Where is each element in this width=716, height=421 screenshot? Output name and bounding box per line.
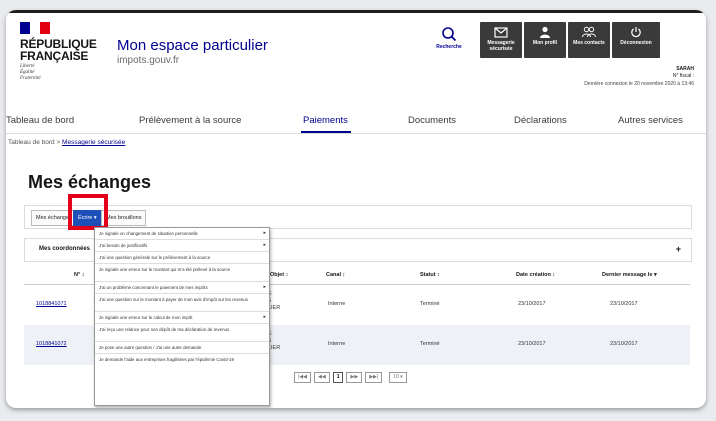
- republique-francaise-logo: RÉPUBLIQUE FRANÇAISE: [20, 37, 97, 63]
- breadcrumb-current[interactable]: Messagerie sécurisée: [62, 139, 125, 146]
- next-page-button[interactable]: ▶▶: [346, 372, 363, 383]
- page-title: Mes échanges: [28, 172, 152, 192]
- menu-item-changement-situation[interactable]: Je signale un changement de situation pe…: [95, 228, 269, 240]
- fiscal-number: N° fiscal :: [672, 73, 694, 79]
- row-canal: Interne: [328, 301, 346, 307]
- pagination: |◀◀ ◀◀ 1 ▶▶ ▶▶| 10 ▾: [294, 372, 407, 383]
- menu-item-autre-question[interactable]: Je pose une autre question / J'ai une au…: [95, 342, 269, 354]
- last-connection: Dernière connexion le 20 novembre 2020 à…: [584, 81, 694, 87]
- top-border: [6, 10, 706, 13]
- row-number-link[interactable]: 1018841072: [36, 341, 67, 347]
- row-created: 23/10/2017: [518, 301, 546, 307]
- col-numero[interactable]: N° ↕: [74, 272, 84, 278]
- nav-active-indicator: [301, 131, 351, 133]
- col-dernier-message[interactable]: Dernier message le ▾: [602, 272, 657, 278]
- current-page[interactable]: 1: [332, 372, 344, 383]
- col-objet[interactable]: Objet ↕: [270, 272, 288, 278]
- tabs-bar: Mes échanges Écrire ▾ Mes brouillons: [24, 205, 692, 229]
- browser-frame: RÉPUBLIQUE FRANÇAISE Liberté Égalité Fra…: [6, 10, 706, 408]
- row-last-message: 23/10/2017: [610, 301, 638, 307]
- first-page-button[interactable]: |◀◀: [294, 372, 311, 383]
- app-url: impots.gouv.fr: [117, 55, 180, 66]
- marianne-flag-icon: [20, 22, 50, 34]
- search-icon: [442, 27, 457, 42]
- prev-page-button[interactable]: ◀◀: [314, 372, 330, 383]
- nav-paiements[interactable]: Paiements: [303, 115, 348, 126]
- menu-item-montant-avis[interactable]: J'ai une question sur le montant à payer…: [95, 294, 269, 312]
- main-nav: Tableau de bord Prélèvement à la source …: [6, 109, 706, 134]
- highlight-box: [68, 194, 108, 230]
- menu-item-relance-declaration[interactable]: J'ai reçu une relance pour non dépôt de …: [95, 324, 269, 342]
- contacts-icon: [582, 26, 596, 38]
- nav-declarations[interactable]: Déclarations: [514, 115, 567, 126]
- row-status: Terminé: [420, 341, 440, 347]
- last-page-button[interactable]: ▶▶|: [365, 372, 383, 383]
- power-icon: [631, 27, 641, 38]
- col-date-creation[interactable]: Date création ↕: [516, 272, 555, 278]
- row-number-link[interactable]: 1018841071: [36, 301, 67, 307]
- menu-item-aide-covid[interactable]: Je demande l'aide aux entreprises fragil…: [95, 354, 269, 372]
- secure-messaging-button[interactable]: Messagerie sécurisée: [480, 22, 522, 58]
- nav-documents[interactable]: Documents: [408, 115, 456, 126]
- nav-autres-services[interactable]: Autres services: [618, 115, 683, 126]
- col-canal[interactable]: Canal ↕: [326, 272, 345, 278]
- row-canal: Interne: [328, 341, 346, 347]
- menu-item-erreur-prelevement[interactable]: Je signale une erreur sur le montant qui…: [95, 264, 269, 282]
- logout-button[interactable]: Déconnexion: [612, 22, 660, 58]
- menu-item-question-pas[interactable]: J'ai une question générale sur le prélèv…: [95, 252, 269, 264]
- user-name: SARAH: [676, 66, 694, 72]
- col-statut[interactable]: Statut ↕: [420, 272, 440, 278]
- search-button[interactable]: Recherche: [426, 24, 472, 58]
- row-status: Terminé: [420, 301, 440, 307]
- menu-item-erreur-calcul[interactable]: Je signale une erreur sur le calcul de m…: [95, 312, 269, 324]
- breadcrumb-home[interactable]: Tableau de bord: [8, 139, 55, 146]
- menu-item-probleme-paiement[interactable]: J'ai un problème concernant le paiement …: [95, 282, 269, 294]
- coordinates-label: Mes coordonnées: [39, 246, 91, 252]
- contacts-button[interactable]: Mes contacts: [568, 22, 610, 58]
- motto: Liberté Égalité Fraternité: [20, 64, 41, 81]
- menu-item-justificatifs[interactable]: J'ai besoin de justificatifs ▸: [95, 240, 269, 252]
- chevron-right-icon: ▸: [263, 242, 266, 248]
- chevron-right-icon: ▸: [263, 284, 266, 290]
- chevron-right-icon: ▸: [263, 230, 266, 236]
- breadcrumb: Tableau de bord > Messagerie sécurisée: [8, 139, 126, 146]
- expand-icon[interactable]: +: [676, 244, 681, 254]
- chevron-right-icon: ▸: [263, 314, 266, 320]
- app-title[interactable]: Mon espace particulier: [117, 37, 268, 54]
- write-dropdown-menu: Je signale un changement de situation pe…: [94, 227, 270, 406]
- user-icon: [540, 26, 550, 38]
- per-page-select[interactable]: 10 ▾: [389, 372, 407, 383]
- nav-tableau-de-bord[interactable]: Tableau de bord: [6, 115, 74, 126]
- row-created: 23/10/2017: [518, 341, 546, 347]
- row-last-message: 23/10/2017: [610, 341, 638, 347]
- envelope-icon: [494, 27, 508, 38]
- profile-button[interactable]: Mon profil: [524, 22, 566, 58]
- nav-prelevement-source[interactable]: Prélèvement à la source: [139, 115, 241, 126]
